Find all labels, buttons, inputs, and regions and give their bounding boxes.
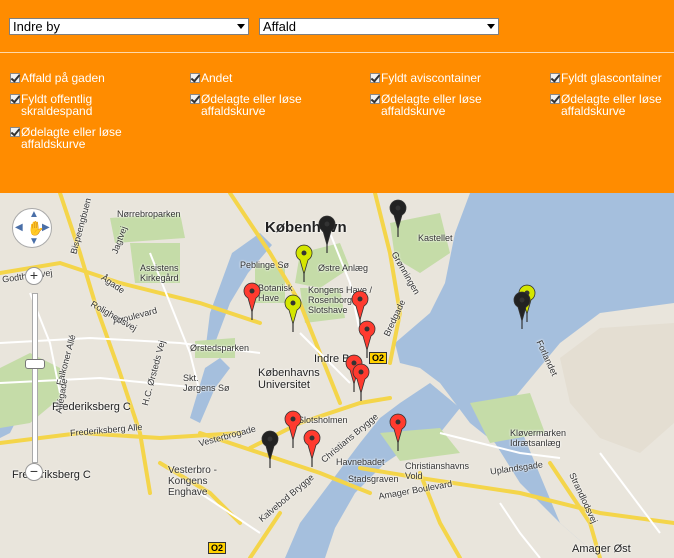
checkbox-fyldt-offentlig-skraldespand[interactable]: Fyldt offentlig skraldespand	[10, 93, 141, 117]
map-marker-pin[interactable]	[284, 294, 302, 332]
zoom-in-button[interactable]: +	[25, 267, 43, 285]
area-select[interactable]: Indre by	[9, 18, 249, 35]
checkbox-label: Ødelagte eller løse affaldskurve	[381, 92, 482, 118]
divider	[0, 52, 674, 53]
pan-control[interactable]: ▲ ◀ ▶ ▼ ✋	[12, 208, 52, 248]
checkbox-label: Fyldt glascontainer	[561, 71, 662, 85]
checkbox-fyldt-aviscontainer[interactable]: Fyldt aviscontainer	[370, 72, 501, 84]
chevron-down-icon	[487, 24, 495, 29]
type-select-value: Affald	[263, 19, 297, 34]
checkbox-affald-paa-gaden[interactable]: Affald på gaden	[10, 72, 141, 84]
checkbox-label: Fyldt offentlig skraldespand	[21, 92, 93, 118]
area-select-value: Indre by	[13, 19, 60, 34]
map-marker-pin[interactable]	[243, 282, 261, 320]
map-marker-pin[interactable]	[358, 320, 376, 358]
hand-icon: ✋	[27, 220, 45, 236]
checkbox-oedelagte-affaldskurve-2[interactable]: Ødelagte eller løse affaldskurve	[190, 93, 321, 117]
checkbox-icon[interactable]	[190, 94, 200, 104]
checkbox-icon[interactable]	[550, 94, 560, 104]
checkbox-oedelagte-affaldskurve-4[interactable]: Ødelagte eller løse affaldskurve	[550, 93, 674, 117]
checkbox-label: Ødelagte eller løse affaldskurve	[21, 125, 122, 151]
checkbox-icon[interactable]	[10, 73, 20, 83]
checkbox-icon[interactable]	[190, 73, 200, 83]
type-select[interactable]: Affald	[259, 18, 499, 35]
filter-panel: Indre by Affald Affald på gaden Fyldt of…	[0, 0, 674, 192]
map-marker-pin[interactable]	[261, 430, 279, 468]
map-marker-pin[interactable]	[389, 199, 407, 237]
zoom-slider-track[interactable]	[32, 293, 38, 463]
checkbox-label: Ødelagte eller løse affaldskurve	[201, 92, 302, 118]
checkbox-icon[interactable]	[370, 73, 380, 83]
checkbox-label: Andet	[201, 71, 233, 85]
pan-down-icon[interactable]: ▼	[29, 236, 39, 247]
map-marker-pin[interactable]	[284, 410, 302, 448]
checkbox-oedelagte-affaldskurve-1[interactable]: Ødelagte eller løse affaldskurve	[10, 126, 141, 150]
pan-up-icon[interactable]: ▲	[29, 209, 39, 220]
zoom-slider-thumb[interactable]	[25, 359, 45, 369]
checkbox-oedelagte-affaldskurve-3[interactable]: Ødelagte eller løse affaldskurve	[370, 93, 501, 117]
checkbox-icon[interactable]	[10, 127, 20, 137]
checkbox-andet[interactable]: Andet	[190, 72, 321, 84]
map-marker-pin[interactable]	[318, 215, 336, 253]
checkbox-fyldt-glascontainer[interactable]: Fyldt glascontainer	[550, 72, 674, 84]
checkbox-icon[interactable]	[10, 94, 20, 104]
map-marker-pin[interactable]	[389, 413, 407, 451]
checkbox-label: Ødelagte eller løse affaldskurve	[561, 92, 662, 118]
pan-left-icon[interactable]: ◀	[15, 222, 23, 233]
checkbox-label: Affald på gaden	[21, 71, 105, 85]
checkbox-label: Fyldt aviscontainer	[381, 71, 482, 85]
chevron-down-icon	[237, 24, 245, 29]
checkbox-icon[interactable]	[550, 73, 560, 83]
marker-layer	[243, 199, 536, 468]
map-canvas[interactable]: Nørrebroparken København Kastellet Assis…	[0, 193, 674, 558]
map-marker-pin[interactable]	[352, 363, 370, 401]
zoom-out-button[interactable]: −	[25, 463, 43, 481]
map-marker-pin[interactable]	[303, 429, 321, 467]
map-marker-pin[interactable]	[295, 244, 313, 282]
checkbox-icon[interactable]	[370, 94, 380, 104]
